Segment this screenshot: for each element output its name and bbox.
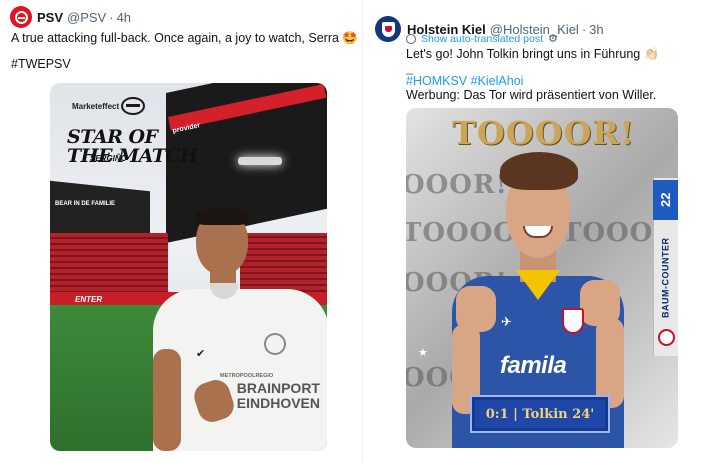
tweet-media-image[interactable]: OOOR! TOOOOR! TOOOOR! OOOR! OOOR! TOOOOR…	[406, 108, 678, 448]
club-crest-icon	[562, 308, 584, 334]
player-arm	[153, 349, 181, 451]
graphic-title: STAR OF THE MATCH	[67, 128, 198, 166]
translate-icon	[406, 33, 416, 44]
hashtag-link[interactable]: #KielAhoi	[471, 74, 524, 88]
graphic-headline: TOOOOR!	[452, 114, 635, 152]
shirt-sponsor: famila	[500, 352, 567, 379]
hashtag-link[interactable]: #TWEPSV	[11, 56, 71, 72]
club-crest-icon	[264, 333, 286, 355]
psv-avatar[interactable]	[10, 6, 32, 28]
psv-logo-icon	[14, 10, 28, 24]
separator-dot: ·	[581, 21, 587, 37]
display-name[interactable]: PSV	[37, 10, 63, 25]
score-banner: 0:1 | Tolkin 24'	[470, 395, 610, 433]
translate-label: Show auto-translated post	[421, 32, 543, 45]
holstein-kiel-crest-icon	[381, 21, 395, 37]
star-icon: ★	[418, 347, 428, 359]
hashtag-link[interactable]: #HOMKSV	[406, 74, 467, 88]
tweet-text: Werbung: Das Tor wird präsentiert von Wi…	[406, 88, 657, 102]
timestamp[interactable]: 4h	[117, 10, 131, 25]
tweet-text: Let's go! John Tolkin bringt uns in Führ…	[406, 47, 660, 61]
player-hair	[500, 152, 578, 190]
shirt-sponsor-small: METROPOOLREGIO	[220, 373, 274, 379]
separator-dot: ·	[109, 9, 114, 25]
player-fist	[580, 280, 620, 326]
hoarding-text: BEAR IN DE FAMILIE	[55, 201, 116, 207]
player-name: SERGIÑO	[90, 154, 127, 163]
floodlights	[238, 157, 282, 165]
handle[interactable]: @PSV	[67, 10, 106, 25]
gear-icon[interactable]: ⚙	[548, 32, 558, 45]
psv-badge-icon	[121, 97, 145, 115]
tweet-text: A true attacking full-back. Once again, …	[11, 31, 358, 45]
kit-brand-icon: ✈	[501, 314, 512, 329]
tweet-psv: PSV @PSV · 4h A true attacking full-back…	[0, 0, 358, 463]
player-hair	[196, 207, 248, 225]
timestamp[interactable]: 3h	[589, 22, 603, 37]
hoarding-text: ENTER	[75, 295, 103, 304]
brand-logo: Marketeffect	[72, 102, 120, 111]
holstein-kiel-avatar[interactable]	[375, 16, 401, 42]
background-text: OOOR!	[406, 170, 508, 200]
kit-brand-icon: ✔	[196, 348, 206, 360]
auto-translate-toggle[interactable]: Show auto-translated post ⚙	[406, 32, 558, 45]
tweet-header: PSV @PSV · 4h	[10, 6, 131, 28]
side-panel-text: BAUM-COUNTER	[660, 237, 671, 319]
title-line-2: THE MATCH	[67, 145, 198, 167]
player-fist	[456, 286, 496, 332]
shirt-number: 22	[653, 180, 678, 220]
sponsor-logo-icon	[658, 329, 675, 346]
tweet-media-image[interactable]: provider BEAR IN DE FAMILIE ENTER Market…	[50, 83, 327, 451]
